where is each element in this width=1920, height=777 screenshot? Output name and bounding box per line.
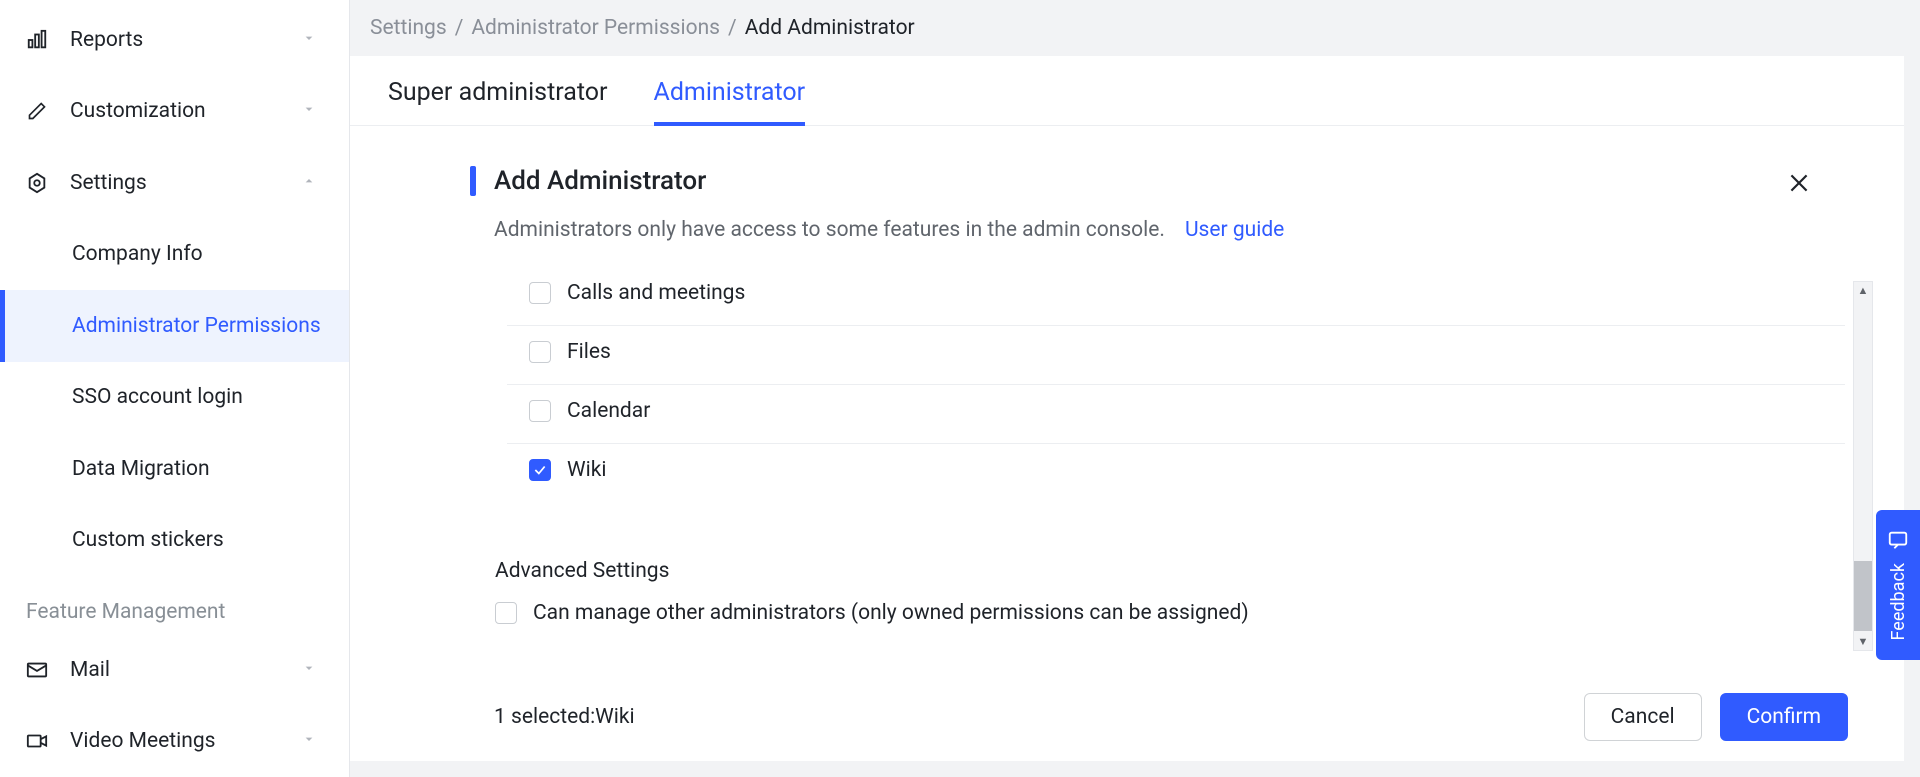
sidebar-subitem-custom-stickers[interactable]: Custom stickers <box>0 505 349 577</box>
sidebar-subitem-sso[interactable]: SSO account login <box>0 362 349 434</box>
breadcrumb-sep: / <box>455 16 464 40</box>
page-title: Add Administrator <box>494 166 706 196</box>
chevron-down-icon <box>301 101 317 121</box>
chevron-down-icon <box>301 731 317 751</box>
sidebar-subitem-label: SSO account login <box>72 385 243 409</box>
feature-row-files[interactable]: Files <box>507 326 1845 385</box>
chat-icon <box>1887 529 1909 555</box>
sidebar-item-label: Customization <box>70 99 206 123</box>
sidebar-subitem-data-migration[interactable]: Data Migration <box>0 433 349 505</box>
bar-chart-icon <box>26 29 48 51</box>
tabs: Super administrator Administrator <box>350 56 1904 126</box>
scroll-thumb[interactable] <box>1854 561 1872 631</box>
feature-label: Wiki <box>567 458 607 482</box>
feature-row-wiki[interactable]: Wiki <box>507 444 1845 502</box>
feedback-tab[interactable]: Feedback <box>1876 510 1920 660</box>
sidebar-item-label: Video Meetings <box>70 729 215 753</box>
checkbox[interactable] <box>529 400 551 422</box>
scrollbar[interactable]: ▲ ▼ <box>1853 281 1873 651</box>
sidebar-item-label: Reports <box>70 28 143 52</box>
sidebar-subitem-label: Custom stickers <box>72 528 224 552</box>
breadcrumb-current: Add Administrator <box>745 16 915 40</box>
selection-summary: 1 selected:Wiki <box>494 705 635 729</box>
breadcrumb-item[interactable]: Settings <box>370 16 447 40</box>
heading-accent-bar <box>470 166 476 196</box>
chevron-down-icon <box>301 660 317 680</box>
checkbox[interactable] <box>529 341 551 363</box>
form-area: Add Administrator Administrators only ha… <box>350 126 1904 673</box>
breadcrumb-item[interactable]: Administrator Permissions <box>471 16 720 40</box>
sidebar-item-customization[interactable]: Customization <box>0 76 349 148</box>
sidebar-subitem-company-info[interactable]: Company Info <box>0 219 349 291</box>
feature-row-calendar[interactable]: Calendar <box>507 385 1845 444</box>
mail-icon <box>26 659 48 681</box>
pencil-icon <box>26 100 48 122</box>
sidebar-item-label: Settings <box>70 171 147 195</box>
feedback-label: Feedback <box>1888 563 1909 640</box>
gear-icon <box>26 172 48 194</box>
checkbox[interactable] <box>495 602 517 624</box>
video-icon <box>26 730 48 752</box>
feature-row-calls[interactable]: Calls and meetings <box>507 281 1845 326</box>
sidebar-section-title: Feature Management <box>0 576 349 634</box>
sidebar-item-video-meetings[interactable]: Video Meetings <box>0 706 349 777</box>
sidebar-item-reports[interactable]: Reports <box>0 4 349 76</box>
chevron-up-icon <box>301 173 317 193</box>
footer: 1 selected:Wiki Cancel Confirm <box>350 673 1904 761</box>
advanced-option-row[interactable]: Can manage other administrators (only ow… <box>495 601 1855 625</box>
sidebar: Reports Customization Settings Company I… <box>0 0 350 777</box>
feature-label: Calendar <box>567 399 650 423</box>
tab-administrator[interactable]: Administrator <box>654 78 806 125</box>
checkbox[interactable] <box>529 282 551 304</box>
breadcrumb-sep: / <box>728 16 737 40</box>
tab-super-admin[interactable]: Super administrator <box>388 78 608 125</box>
feature-label: Files <box>567 340 611 364</box>
advanced-option-label: Can manage other administrators (only ow… <box>533 601 1249 625</box>
main: Settings / Administrator Permissions / A… <box>350 0 1920 777</box>
scroll-up-icon[interactable]: ▲ <box>1858 282 1869 299</box>
advanced-section-label: Advanced Settings <box>495 559 1855 583</box>
sidebar-subitem-label: Administrator Permissions <box>72 314 321 338</box>
cancel-button[interactable]: Cancel <box>1584 693 1702 741</box>
sidebar-item-settings[interactable]: Settings <box>0 147 349 219</box>
user-guide-link[interactable]: User guide <box>1185 218 1284 242</box>
sidebar-item-label: Mail <box>70 658 110 682</box>
content-card: Super administrator Administrator Add Ad… <box>350 56 1904 761</box>
page-description: Administrators only have access to some … <box>494 218 1165 242</box>
confirm-button[interactable]: Confirm <box>1720 693 1848 741</box>
sidebar-subitem-label: Data Migration <box>72 457 210 481</box>
sidebar-subitem-admin-permissions[interactable]: Administrator Permissions <box>0 290 349 362</box>
sidebar-item-mail[interactable]: Mail <box>0 634 349 706</box>
checkbox[interactable] <box>529 459 551 481</box>
scroll-down-icon[interactable]: ▼ <box>1858 633 1869 650</box>
sidebar-subitem-label: Company Info <box>72 242 203 266</box>
breadcrumb: Settings / Administrator Permissions / A… <box>350 0 1920 56</box>
close-button[interactable] <box>1782 166 1816 204</box>
feature-label: Calls and meetings <box>567 281 745 305</box>
chevron-down-icon <box>301 30 317 50</box>
